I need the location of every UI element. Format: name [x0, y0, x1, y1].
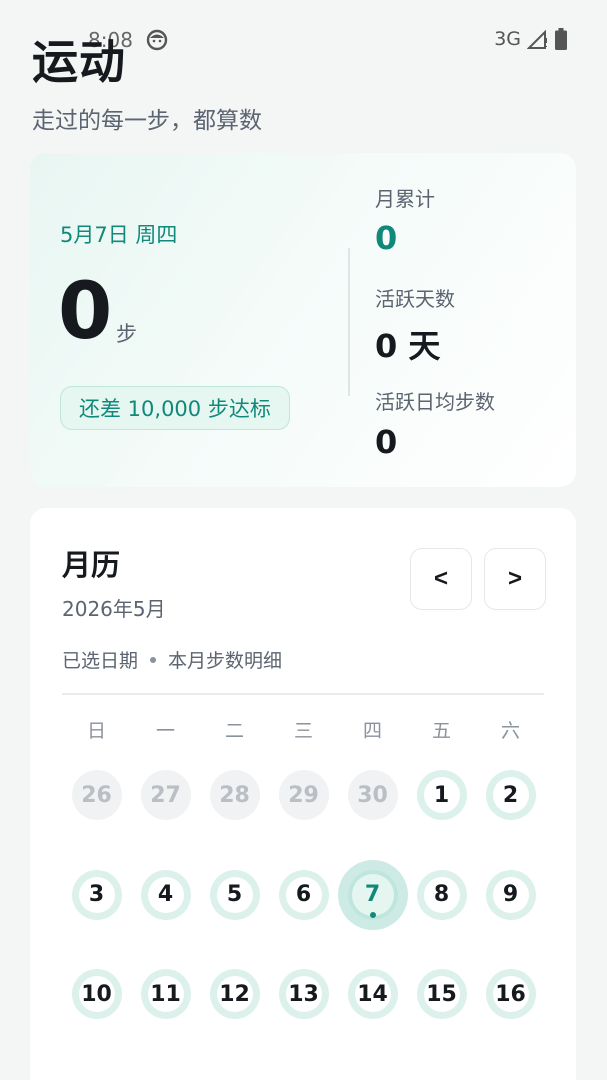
weekday-label: 一 [155, 720, 175, 742]
calendar-day[interactable]: 12 [200, 969, 269, 1069]
calendar-day[interactable]: 13 [269, 969, 338, 1069]
weekday-label: 三 [293, 720, 313, 742]
calendar-day[interactable]: 27 [131, 770, 200, 870]
day-number: 1 [416, 770, 467, 820]
calendar-day-selected[interactable]: 7 [337, 859, 408, 970]
calendar-day[interactable]: 29 [269, 770, 338, 870]
calendar-day[interactable]: 16 [476, 969, 545, 1069]
day-number: 9 [485, 869, 536, 920]
weekday-header: 日一二三四五六 [62, 716, 545, 743]
summary-divider [348, 248, 350, 396]
day-number: 15 [416, 969, 467, 1019]
day-number: 28 [209, 770, 260, 820]
day-number: 4 [140, 869, 191, 920]
weekday-label: 六 [500, 720, 520, 742]
monthly-total-label: 月累计 [375, 187, 435, 211]
calendar-day[interactable]: 10 [62, 969, 131, 1069]
active-days-label: 活跃天数 [375, 287, 455, 311]
page-subtitle: 走过的每一步，都算数 [32, 108, 262, 134]
face-icon [146, 29, 168, 51]
weekday-label: 日 [86, 720, 106, 742]
steps-summary-card: 5月7日 周四 0 步 还差 10,000 步达标 月累计 0 活跃天数 0 天… [30, 153, 576, 487]
page-title: 运动 [32, 35, 126, 89]
day-number: 27 [140, 770, 191, 820]
day-number: 11 [140, 969, 191, 1019]
today-indicator-dot [369, 911, 376, 918]
hint-monthly-detail: 本月步数明细 [168, 650, 283, 672]
day-number: 10 [71, 969, 122, 1019]
weekday-label: 二 [224, 720, 244, 742]
network-type: 3G [494, 28, 521, 50]
signal-icon [527, 29, 547, 49]
calendar-month: 2026年5月 [62, 597, 166, 621]
calendar-day[interactable]: 5 [200, 869, 269, 970]
next-month-button[interactable]: > [484, 548, 546, 610]
calendar-day[interactable]: 3 [62, 869, 131, 970]
weekday-label: 五 [431, 720, 451, 742]
calendar-day[interactable]: 6 [269, 869, 338, 970]
day-number: 6 [278, 869, 329, 920]
calendar-day[interactable]: 14 [338, 969, 407, 1069]
day-number: 13 [278, 969, 329, 1019]
hint-separator-dot [150, 656, 157, 663]
day-number: 12 [209, 969, 260, 1019]
hint-selected-date: 已选日期 [62, 650, 139, 672]
day-number: 26 [71, 770, 122, 820]
calendar-day[interactable]: 11 [131, 969, 200, 1069]
day-number: 3 [71, 869, 122, 920]
prev-month-button[interactable]: < [410, 548, 472, 610]
day-number: 8 [416, 869, 467, 920]
calendar-day[interactable]: 2 [476, 770, 545, 870]
active-days-value: 0 天 [375, 327, 441, 365]
calendar-day[interactable]: 28 [200, 770, 269, 870]
status-indicators: 3G [494, 28, 567, 50]
daily-average-label: 活跃日均步数 [375, 390, 495, 414]
day-number: 5 [209, 869, 260, 920]
day-number: 16 [485, 969, 536, 1019]
steps-unit: 步 [116, 322, 137, 346]
calendar-day[interactable]: 1 [407, 770, 476, 870]
calendar-day[interactable]: 8 [407, 869, 476, 970]
calendar-day[interactable]: 4 [131, 869, 200, 970]
daily-average-value: 0 [375, 423, 398, 461]
day-number: 2 [485, 770, 536, 820]
steps-count: 0 [58, 267, 113, 357]
calendar-day[interactable]: 30 [338, 770, 407, 870]
battery-icon [555, 28, 567, 50]
calendar-hint: 已选日期 本月步数明细 [62, 646, 282, 673]
day-grid: 26 27 28 29 30 1 2 3 4 5 6 7 8 9 10 11 12 13 14 15 16 [62, 770, 545, 1069]
day-number: 14 [347, 969, 398, 1019]
calendar-title: 月历 [62, 548, 121, 582]
calendar-day[interactable]: 15 [407, 969, 476, 1069]
day-number: 30 [347, 770, 398, 820]
calendar-divider [62, 693, 544, 695]
date-label: 5月7日 周四 [60, 223, 178, 247]
goal-remaining-badge: 还差 10,000 步达标 [60, 386, 290, 430]
weekday-label: 四 [362, 720, 382, 742]
calendar-card: 月历 2026年5月 < > 已选日期 本月步数明细 日一二三四五六 26 27 2… [30, 508, 576, 1080]
calendar-day[interactable]: 26 [62, 770, 131, 870]
calendar-day[interactable]: 9 [476, 869, 545, 970]
monthly-total-value: 0 [375, 219, 398, 257]
day-number: 29 [278, 770, 329, 820]
